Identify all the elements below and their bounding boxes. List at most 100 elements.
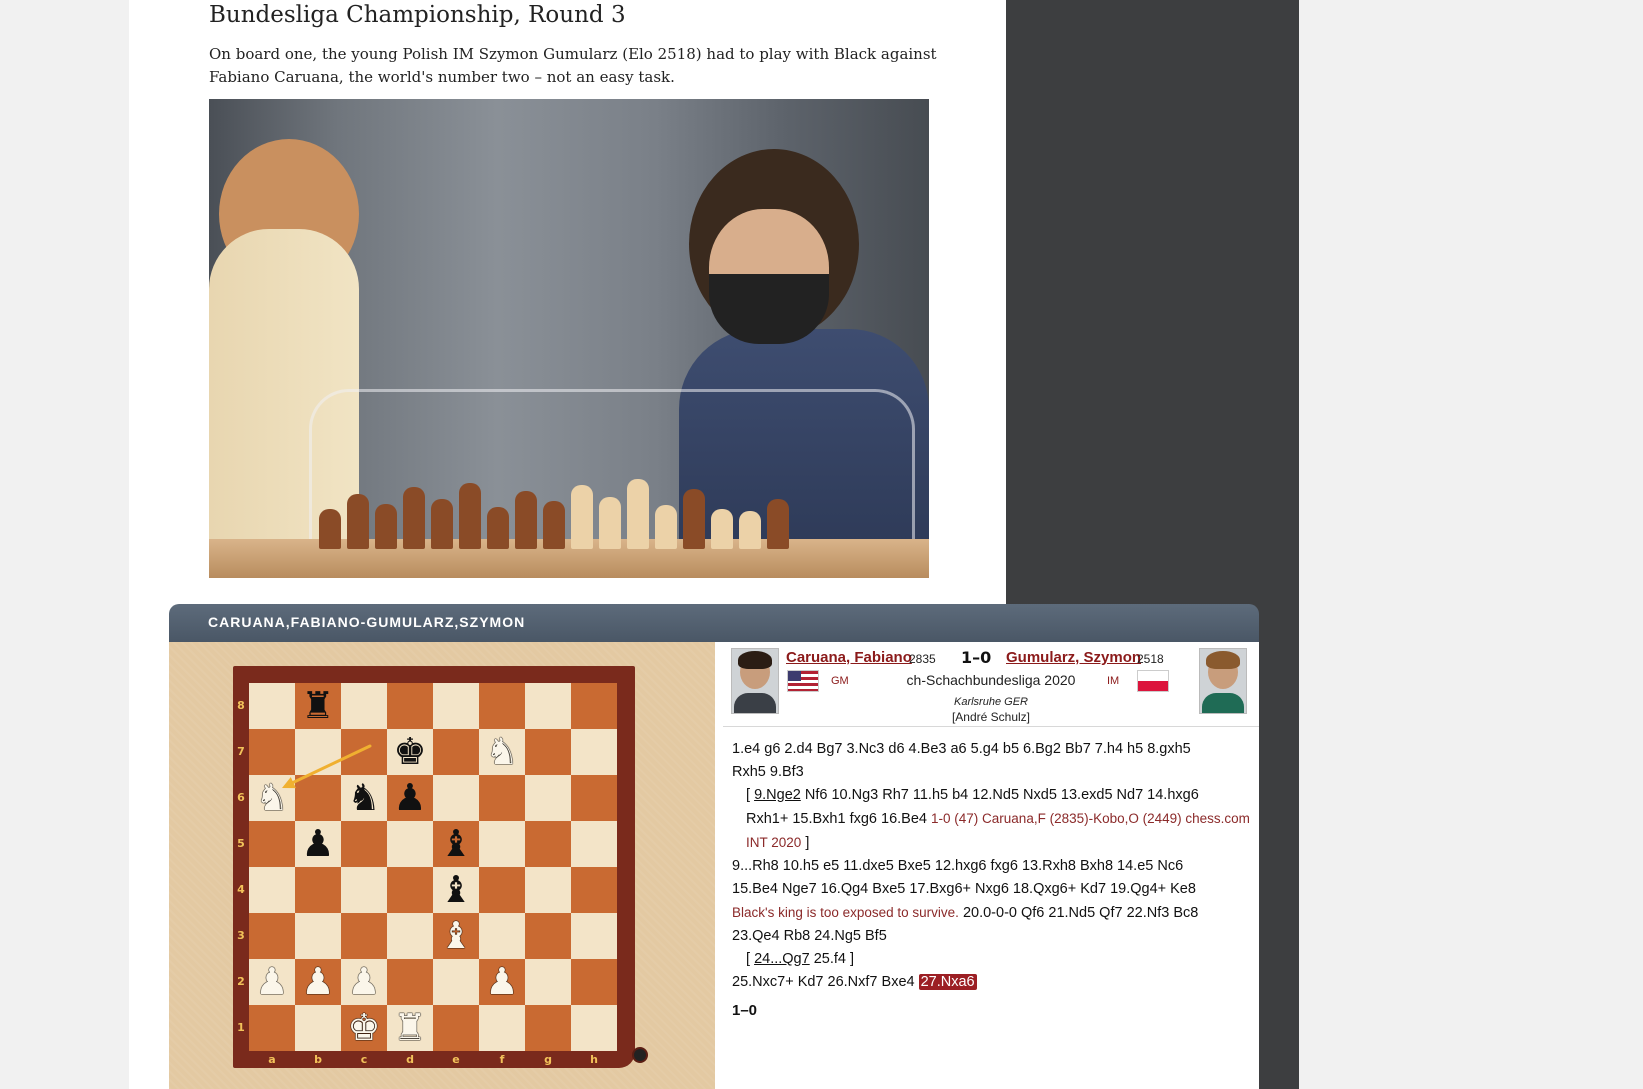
square-e1[interactable] xyxy=(433,1005,479,1051)
square-a7[interactable] xyxy=(249,729,295,775)
square-c8[interactable] xyxy=(341,683,387,729)
rank-label: 1 xyxy=(237,1021,245,1034)
square-b6[interactable] xyxy=(295,775,341,821)
variation-line: INT 2020 ] xyxy=(746,835,810,851)
white-pawn-f2[interactable]: ♟ xyxy=(479,959,525,1005)
rank-label: 6 xyxy=(237,791,245,804)
square-e7[interactable] xyxy=(433,729,479,775)
square-b1[interactable] xyxy=(295,1005,341,1051)
square-d3[interactable] xyxy=(387,913,433,959)
square-f8[interactable] xyxy=(479,683,525,729)
board-scroll-knob[interactable] xyxy=(634,1049,646,1061)
move-line: Black's king is too exposed to survive. … xyxy=(732,905,1199,921)
move-line[interactable]: 9...Rh8 10.h5 e5 11.dxe5 Bxe5 12.hxg6 fx… xyxy=(732,855,1254,878)
square-c5[interactable] xyxy=(341,821,387,867)
square-a5[interactable] xyxy=(249,821,295,867)
square-c3[interactable] xyxy=(341,913,387,959)
white-knight-f7[interactable]: ♞ xyxy=(479,729,525,775)
black-rook-b8[interactable]: ♜ xyxy=(295,683,341,729)
black-knight-c6[interactable]: ♞ xyxy=(341,775,387,821)
move-line[interactable]: Rxh5 9.Bf3 xyxy=(732,761,1254,784)
final-result: 1–0 xyxy=(732,1002,758,1019)
square-e2[interactable] xyxy=(433,959,479,1005)
black-player-elo: 2518 xyxy=(1137,652,1164,666)
square-g1[interactable] xyxy=(525,1005,571,1051)
black-pawn-b5[interactable]: ♟ xyxy=(295,821,341,867)
white-bishop-e3[interactable]: ♝ xyxy=(433,913,479,959)
white-pawn-a2[interactable]: ♟ xyxy=(249,959,295,1005)
black-player-name[interactable]: Gumularz, Szymon xyxy=(1006,649,1141,666)
square-a8[interactable] xyxy=(249,683,295,729)
square-g7[interactable] xyxy=(525,729,571,775)
square-g2[interactable] xyxy=(525,959,571,1005)
white-knight-a6[interactable]: ♞ xyxy=(249,775,295,821)
move-line: 25.Nxc7+ Kd7 26.Nxf7 Bxe4 27.Nxa6 xyxy=(732,974,977,990)
white-pawn-c2[interactable]: ♟ xyxy=(341,959,387,1005)
square-d4[interactable] xyxy=(387,867,433,913)
event-name: ch-Schachbundesliga 2020 xyxy=(906,672,1076,688)
square-h4[interactable] xyxy=(571,867,617,913)
square-g4[interactable] xyxy=(525,867,571,913)
white-king-c1[interactable]: ♚ xyxy=(341,1005,387,1051)
rank-label: 7 xyxy=(237,745,245,758)
square-c7[interactable] xyxy=(341,729,387,775)
rank-label: 8 xyxy=(237,699,245,712)
move-line[interactable]: 15.Be4 Nge7 16.Qg4 Bxe5 17.Bxg6+ Nxg6 18… xyxy=(732,878,1254,901)
game-replay-widget: CARUANA,FABIANO-GUMULARZ,SZYMON ♜ ♚ ♞ ♞ ♞ ♟ ♟ ♝… xyxy=(169,604,1259,1089)
black-bishop-e5[interactable]: ♝ xyxy=(433,821,479,867)
square-h6[interactable] xyxy=(571,775,617,821)
square-g6[interactable] xyxy=(525,775,571,821)
square-h1[interactable] xyxy=(571,1005,617,1051)
square-h5[interactable] xyxy=(571,821,617,867)
square-a4[interactable] xyxy=(249,867,295,913)
white-player-elo: 2835 xyxy=(909,652,936,666)
square-a1[interactable] xyxy=(249,1005,295,1051)
black-king-d7[interactable]: ♚ xyxy=(387,729,433,775)
white-rook-d1[interactable]: ♜ xyxy=(387,1005,433,1051)
square-h2[interactable] xyxy=(571,959,617,1005)
square-f4[interactable] xyxy=(479,867,525,913)
square-b4[interactable] xyxy=(295,867,341,913)
square-e8[interactable] xyxy=(433,683,479,729)
square-d2[interactable] xyxy=(387,959,433,1005)
reference-game: 1-0 (47) Caruana,F (2835)-Kobo,O (2449) … xyxy=(931,811,1250,826)
square-h3[interactable] xyxy=(571,913,617,959)
square-h8[interactable] xyxy=(571,683,617,729)
square-g8[interactable] xyxy=(525,683,571,729)
square-f6[interactable] xyxy=(479,775,525,821)
white-pawn-b2[interactable]: ♟ xyxy=(295,959,341,1005)
game-header: Caruana, Fabiano 2835 1–0 Gumularz, Szym… xyxy=(723,642,1259,727)
square-c4[interactable] xyxy=(341,867,387,913)
variation-move-link[interactable]: 9.Nge2 xyxy=(754,787,801,803)
square-g5[interactable] xyxy=(525,821,571,867)
square-h7[interactable] xyxy=(571,729,617,775)
widget-title: CARUANA,FABIANO-GUMULARZ,SZYMON xyxy=(208,614,526,630)
file-label: b xyxy=(314,1053,322,1066)
white-player-name[interactable]: Caruana, Fabiano xyxy=(786,649,912,666)
square-d8[interactable] xyxy=(387,683,433,729)
article-headline: Bundesliga Championship, Round 3 xyxy=(209,2,626,28)
square-e6[interactable] xyxy=(433,775,479,821)
move-line[interactable]: 23.Qe4 Rb8 24.Ng5 Bf5 xyxy=(732,925,1254,948)
square-f5[interactable] xyxy=(479,821,525,867)
square-a3[interactable] xyxy=(249,913,295,959)
square-d5[interactable] xyxy=(387,821,433,867)
variation-move-link[interactable]: 24...Qg7 xyxy=(754,951,810,967)
square-f1[interactable] xyxy=(479,1005,525,1051)
black-pawn-d6[interactable]: ♟ xyxy=(387,775,433,821)
variation-line: [ 9.Nge2 Nf6 10.Ng3 Rh7 11.h5 b4 12.Nd5 … xyxy=(746,787,1199,803)
file-label: c xyxy=(360,1053,368,1066)
current-move-highlight[interactable]: 27.Nxa6 xyxy=(918,974,977,990)
game-result: 1–0 xyxy=(961,648,992,667)
move-list: 1.e4 g6 2.d4 Bg7 3.Nc3 d6 4.Be3 a6 5.g4 … xyxy=(732,738,1254,1022)
file-label: e xyxy=(452,1053,460,1066)
square-b3[interactable] xyxy=(295,913,341,959)
square-b7[interactable] xyxy=(295,729,341,775)
square-f3[interactable] xyxy=(479,913,525,959)
chess-board[interactable]: ♜ ♚ ♞ ♞ ♞ ♟ ♟ ♝ ♝ ♝ ♟ ♟ ♟ ♟ ♚ ♜ xyxy=(249,683,617,1051)
annotator: [André Schulz] xyxy=(951,710,1031,724)
move-line[interactable]: 1.e4 g6 2.d4 Bg7 3.Nc3 d6 4.Be3 a6 5.g4 … xyxy=(732,738,1254,761)
square-g3[interactable] xyxy=(525,913,571,959)
rank-label: 5 xyxy=(237,837,245,850)
black-bishop-e4[interactable]: ♝ xyxy=(433,867,479,913)
